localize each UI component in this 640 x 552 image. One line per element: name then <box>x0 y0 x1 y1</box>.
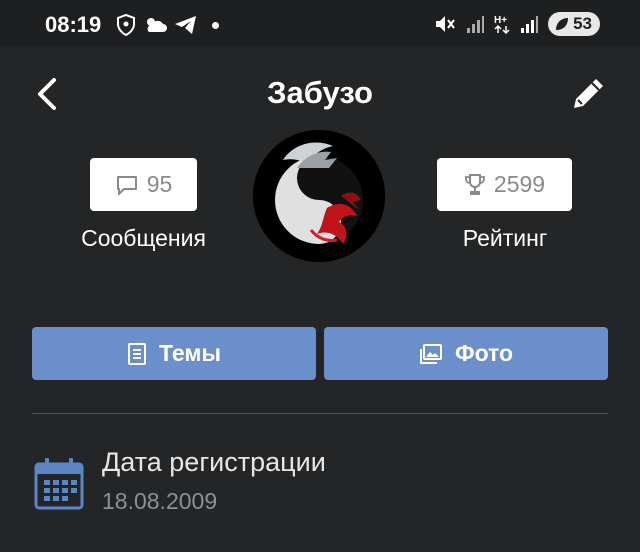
notification-dot <box>212 21 219 29</box>
mute-icon <box>436 16 455 32</box>
speech-bubble-icon <box>116 175 137 195</box>
rating-value: 2599 <box>493 171 546 197</box>
battery-indicator: 53 <box>548 12 600 36</box>
status-bar: 08:19 H+ 53 <box>0 0 640 46</box>
messages-count: 95 <box>146 171 173 197</box>
status-time: 08:19 <box>45 12 102 37</box>
photo-button[interactable]: Фото <box>324 327 608 380</box>
trophy-icon <box>465 173 485 195</box>
status-right-icons: H+ 53 <box>434 12 600 36</box>
photo-button-label: Фото <box>454 340 514 366</box>
status-left-icons <box>116 14 219 36</box>
divider <box>32 413 608 414</box>
registration-label: Дата регистрации <box>102 447 326 477</box>
registration-date: 18.08.2009 <box>102 488 218 514</box>
telegram-icon <box>175 16 196 34</box>
battery-level: 53 <box>573 14 592 33</box>
signal-icon <box>467 16 485 33</box>
title-bar: Забузо <box>0 60 640 130</box>
rating-label: Рейтинг <box>462 225 548 251</box>
calendar-icon <box>34 458 84 510</box>
avatar <box>253 130 385 262</box>
page-title: Забузо <box>267 75 373 110</box>
rating-box[interactable]: 2599 <box>437 158 572 211</box>
gallery-icon <box>419 343 442 364</box>
messages-count-box[interactable]: 95 <box>90 158 197 211</box>
signal-icon <box>521 16 539 33</box>
yin-yang-dragon-avatar <box>253 130 385 262</box>
network-h-plus-icon: H+ <box>494 15 510 35</box>
vpn-shield-icon <box>117 14 135 36</box>
messages-label: Сообщения <box>81 225 206 251</box>
weather-icon <box>147 18 167 32</box>
battery-leaf-icon <box>556 18 569 30</box>
svg-text:H+: H+ <box>494 15 507 26</box>
pencil-icon[interactable] <box>570 74 608 112</box>
themes-button[interactable]: Темы <box>32 327 316 380</box>
document-icon <box>127 342 146 365</box>
themes-button-label: Темы <box>158 340 222 366</box>
